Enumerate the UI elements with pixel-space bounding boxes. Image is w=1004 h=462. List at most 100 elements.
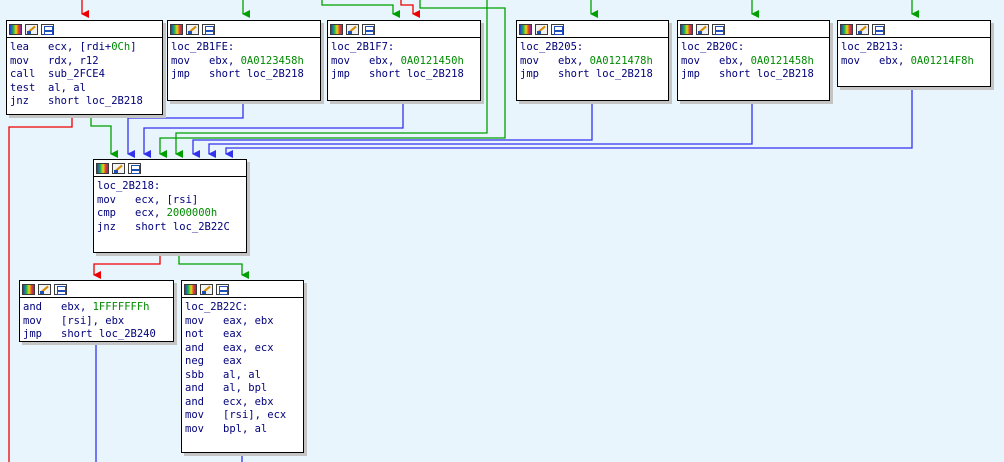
instruction-line: call sub_2FCE4 (10, 68, 158, 82)
immediate-value: 1FFFFFFFh (92, 301, 150, 313)
instruction-line: mov bpl, al (185, 423, 299, 437)
block-code: lea ecx, [rdi+0Ch] mov rdx, r12 call sub_2FCE… (7, 38, 162, 111)
edge-entry-true (90, 114, 118, 158)
operand: ] (130, 41, 137, 53)
block-label: loc_2B1F7: (331, 41, 395, 53)
graph-icon[interactable] (362, 23, 375, 35)
block-code: loc_2B213: mov ebx, 0A01214F8h (838, 38, 990, 70)
rename-icon[interactable] (25, 23, 38, 35)
code-block-loc-2B20C[interactable]: loc_2B20C: mov ebx, 0A0121458h jmp short loc… (677, 20, 830, 101)
color-icon[interactable] (840, 23, 853, 35)
edge-2B1F7-jump (143, 100, 404, 158)
graph-icon[interactable] (202, 23, 215, 35)
block-code: and ebx, 1FFFFFFFh mov [rsi], ebx jmp short l… (20, 298, 173, 344)
graph-icon[interactable] (216, 283, 229, 295)
immediate-value: 0A0121478h (589, 54, 653, 67)
graph-icon[interactable] (872, 23, 885, 35)
color-icon[interactable] (330, 23, 343, 35)
immediate-value: 0A0121450h (400, 54, 464, 67)
operand: al, al (223, 368, 261, 381)
edge-in-2B1F7-a (321, 0, 400, 18)
instruction-line: neg eax (185, 355, 299, 369)
code-block-loc-2B205[interactable]: loc_2B205: mov ebx, 0A0121478h jmp short loc… (516, 20, 669, 101)
operand: short loc_2B218 (209, 68, 304, 80)
mnemonic: and (185, 382, 204, 394)
mnemonic: mov (520, 54, 539, 67)
rename-icon[interactable] (112, 162, 125, 174)
operand: short loc_2B218 (719, 68, 814, 80)
rename-icon[interactable] (186, 23, 199, 35)
color-icon[interactable] (22, 283, 35, 295)
code-block-and[interactable]: and ebx, 1FFFFFFFh mov [rsi], ebx jmp short l… (19, 280, 174, 342)
code-block-loc-2B218[interactable]: loc_2B218: mov ecx, [rsi] cmp ecx, 2000000h j… (93, 159, 247, 253)
block-label: loc_2B20C: (681, 41, 745, 53)
mnemonic: jmp (520, 68, 539, 80)
operand: ecx, (135, 207, 167, 219)
mnemonic: mov (331, 54, 350, 67)
block-header (94, 160, 246, 177)
operand: ebx, (369, 54, 401, 67)
block-code: loc_2B1FE: mov ebx, 0A0123458h jmp short loc… (168, 38, 320, 84)
code-block-entry[interactable]: lea ecx, [rdi+0Ch] mov rdx, r12 call sub_2FCE… (6, 20, 163, 115)
graph-icon[interactable] (551, 23, 564, 35)
color-icon[interactable] (519, 23, 532, 35)
instruction-line: mov ebx, 0A0121478h (520, 55, 664, 69)
operand: eax (223, 355, 242, 367)
color-icon[interactable] (9, 23, 22, 35)
graph-icon[interactable] (712, 23, 725, 35)
color-icon[interactable] (170, 23, 183, 35)
instruction-line: mov ecx, [rsi] (97, 194, 242, 208)
graph-icon[interactable] (54, 283, 67, 295)
rename-icon[interactable] (346, 23, 359, 35)
operand: short loc_2B218 (48, 95, 143, 107)
edge-in-2B1F7-b (400, 0, 420, 18)
graph-icon[interactable] (41, 23, 54, 35)
rename-icon[interactable] (200, 283, 213, 295)
rename-icon[interactable] (696, 23, 709, 35)
operand: short loc_2B218 (558, 68, 653, 80)
instruction-line: and ebx, 1FFFFFFFh (23, 301, 169, 315)
block-header (517, 21, 668, 38)
rename-icon[interactable] (535, 23, 548, 35)
instruction-line: jnz short loc_2B218 (10, 95, 158, 109)
immediate-value: 2000000h (166, 207, 218, 219)
operand: eax (223, 328, 242, 340)
operand: [rsi], ecx (223, 409, 287, 421)
code-block-loc-2B22C[interactable]: loc_2B22C: mov eax, ebx not eax and eax, ecx ne… (181, 280, 304, 453)
code-block-loc-2B1F7[interactable]: loc_2B1F7: mov ebx, 0A0121450h jmp short loc… (327, 20, 481, 101)
code-block-loc-2B1FE[interactable]: loc_2B1FE: mov ebx, 0A0123458h jmp short loc… (167, 20, 321, 101)
operand: short loc_2B22C (135, 220, 230, 233)
block-code: loc_2B20C: mov ebx, 0A0121458h jmp short loc… (678, 38, 829, 84)
instruction-line: test al, al (10, 82, 158, 96)
edge-2B205-jump (192, 100, 593, 158)
instruction-line: mov ebx, 0A0123458h (171, 55, 316, 69)
mnemonic: and (185, 341, 204, 354)
mnemonic: mov (841, 54, 860, 67)
instruction-line: mov rdx, r12 (10, 55, 158, 69)
rename-icon[interactable] (38, 283, 51, 295)
operand: ebx, (558, 54, 590, 67)
instruction-line: sbb al, al (185, 369, 299, 383)
mnemonic: jmp (23, 328, 42, 340)
instruction-line: and eax, ecx (185, 342, 299, 356)
color-icon[interactable] (680, 23, 693, 35)
instruction-line: and ecx, ebx (185, 396, 299, 410)
mnemonic: call (10, 68, 36, 80)
operand: al, bpl (223, 382, 268, 394)
operand: ecx, [rsi] (135, 193, 199, 206)
mnemonic: jmp (681, 68, 700, 80)
instruction-line: jnz short loc_2B22C (97, 221, 242, 235)
code-block-loc-2B213[interactable]: loc_2B213: mov ebx, 0A01214F8h (837, 20, 991, 87)
graph-icon[interactable] (128, 162, 141, 174)
operand: [rsi], ebx (61, 314, 125, 327)
block-header (182, 281, 303, 298)
immediate-value: 0A01214F8h (910, 54, 974, 67)
instruction-line: lea ecx, [rdi+0Ch] (10, 41, 158, 55)
rename-icon[interactable] (856, 23, 869, 35)
block-label: loc_2B213: (841, 41, 905, 53)
mnemonic: lea (10, 41, 29, 53)
color-icon[interactable] (184, 283, 197, 295)
instruction-line: mov eax, ebx (185, 315, 299, 329)
color-icon[interactable] (96, 162, 109, 174)
edge-2B20C-jump (208, 100, 753, 158)
